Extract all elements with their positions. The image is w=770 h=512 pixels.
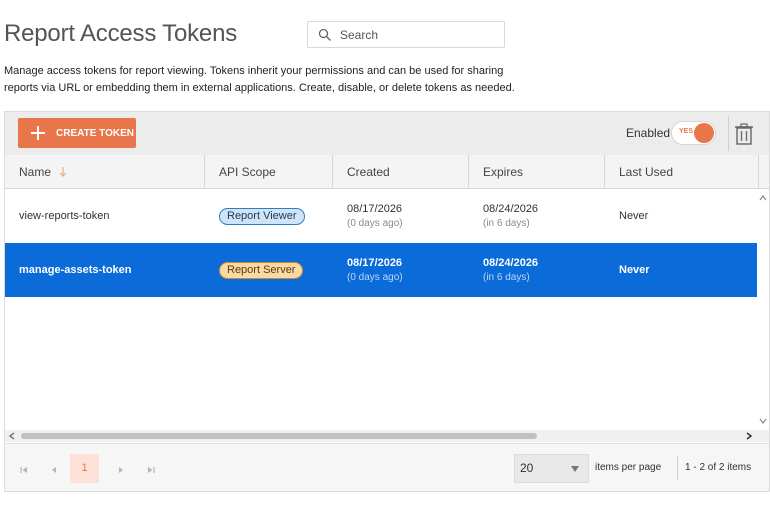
expires-date: 08/24/2026 (483, 257, 539, 269)
column-header-label: Last Used (619, 165, 674, 179)
created-date: 08/17/2026 (347, 203, 403, 215)
table-header: Name API Scope Created Expires Last Used (5, 155, 769, 189)
previous-page-button[interactable] (40, 456, 68, 484)
enabled-label: Enabled (626, 126, 671, 140)
column-header-label: API Scope (219, 165, 276, 179)
toolbar-divider (728, 116, 729, 151)
page-description: Manage access tokens for report viewing.… (4, 65, 515, 94)
chevron-down-icon (571, 466, 579, 472)
scroll-left-icon[interactable] (8, 432, 16, 440)
previous-page-icon (52, 467, 56, 473)
scroll-down-icon[interactable] (759, 417, 767, 425)
scrollbar-thumb[interactable] (21, 433, 537, 439)
scroll-up-icon[interactable] (759, 194, 767, 202)
created-relative: (0 days ago) (347, 272, 403, 283)
scope-badge: Report Server (219, 261, 304, 279)
toggle-knob (694, 123, 714, 143)
next-page-button[interactable] (107, 456, 135, 484)
first-page-icon (20, 467, 27, 473)
table-row[interactable]: view-reports-token Report Viewer 08/17/2… (5, 189, 757, 243)
enabled-toggle[interactable]: YES (671, 121, 716, 145)
grid-toolbar: CREATE TOKEN Enabled YES (5, 112, 769, 155)
column-header-label: Expires (483, 165, 524, 179)
scope-badge: Report Viewer (219, 207, 305, 225)
first-page-button[interactable] (10, 456, 38, 484)
search-box[interactable] (307, 21, 505, 48)
vertical-scrollbar[interactable] (757, 189, 769, 430)
current-page-button[interactable]: 1 (70, 454, 99, 483)
column-header-created[interactable]: Created (333, 155, 469, 189)
plus-icon (31, 126, 45, 140)
created-date: 08/17/2026 (347, 257, 403, 269)
toggle-state-text: YES (679, 128, 694, 135)
column-header-name[interactable]: Name (5, 155, 205, 189)
last-used: Never (619, 264, 650, 276)
column-header-last-used[interactable]: Last Used (605, 155, 759, 189)
column-header-expires[interactable]: Expires (469, 155, 605, 189)
search-input[interactable] (340, 26, 500, 44)
table-row[interactable]: manage-assets-token Report Server 08/17/… (5, 243, 757, 297)
search-icon (318, 28, 331, 41)
pager-info: 1 - 2 of 2 items (685, 462, 752, 473)
pager-divider (677, 456, 678, 480)
page-size-label: items per page (595, 462, 662, 473)
column-header-label: Created (347, 165, 390, 179)
page-header: Report Access Tokens (0, 0, 770, 60)
token-name: view-reports-token (19, 210, 110, 222)
page-size-select[interactable]: 20 (514, 454, 589, 483)
expires-relative: (in 6 days) (483, 218, 530, 229)
scroll-right-icon[interactable] (745, 432, 753, 440)
next-page-icon (119, 467, 123, 473)
column-header-label: Name (19, 165, 52, 179)
last-used: Never (619, 210, 649, 222)
horizontal-scrollbar[interactable] (5, 430, 769, 442)
tokens-grid: CREATE TOKEN Enabled YES Name API Scope (4, 111, 770, 492)
page-size-value: 20 (520, 461, 534, 475)
table-body: view-reports-token Report Viewer 08/17/2… (5, 189, 757, 430)
last-page-button[interactable] (137, 456, 165, 484)
last-page-icon (148, 467, 155, 473)
expires-relative: (in 6 days) (483, 272, 530, 283)
created-relative: (0 days ago) (347, 218, 403, 229)
column-header-api-scope[interactable]: API Scope (205, 155, 333, 189)
pager: 1 20 items per page 1 - 2 of 2 items (5, 443, 769, 491)
page-title: Report Access Tokens (4, 20, 238, 47)
trash-icon[interactable] (734, 122, 754, 146)
expires-date: 08/24/2026 (483, 203, 539, 215)
create-token-label: CREATE TOKEN (56, 127, 134, 139)
sort-arrow-down-icon (59, 167, 67, 177)
token-name: manage-assets-token (19, 264, 132, 276)
create-token-button[interactable]: CREATE TOKEN (18, 118, 136, 148)
